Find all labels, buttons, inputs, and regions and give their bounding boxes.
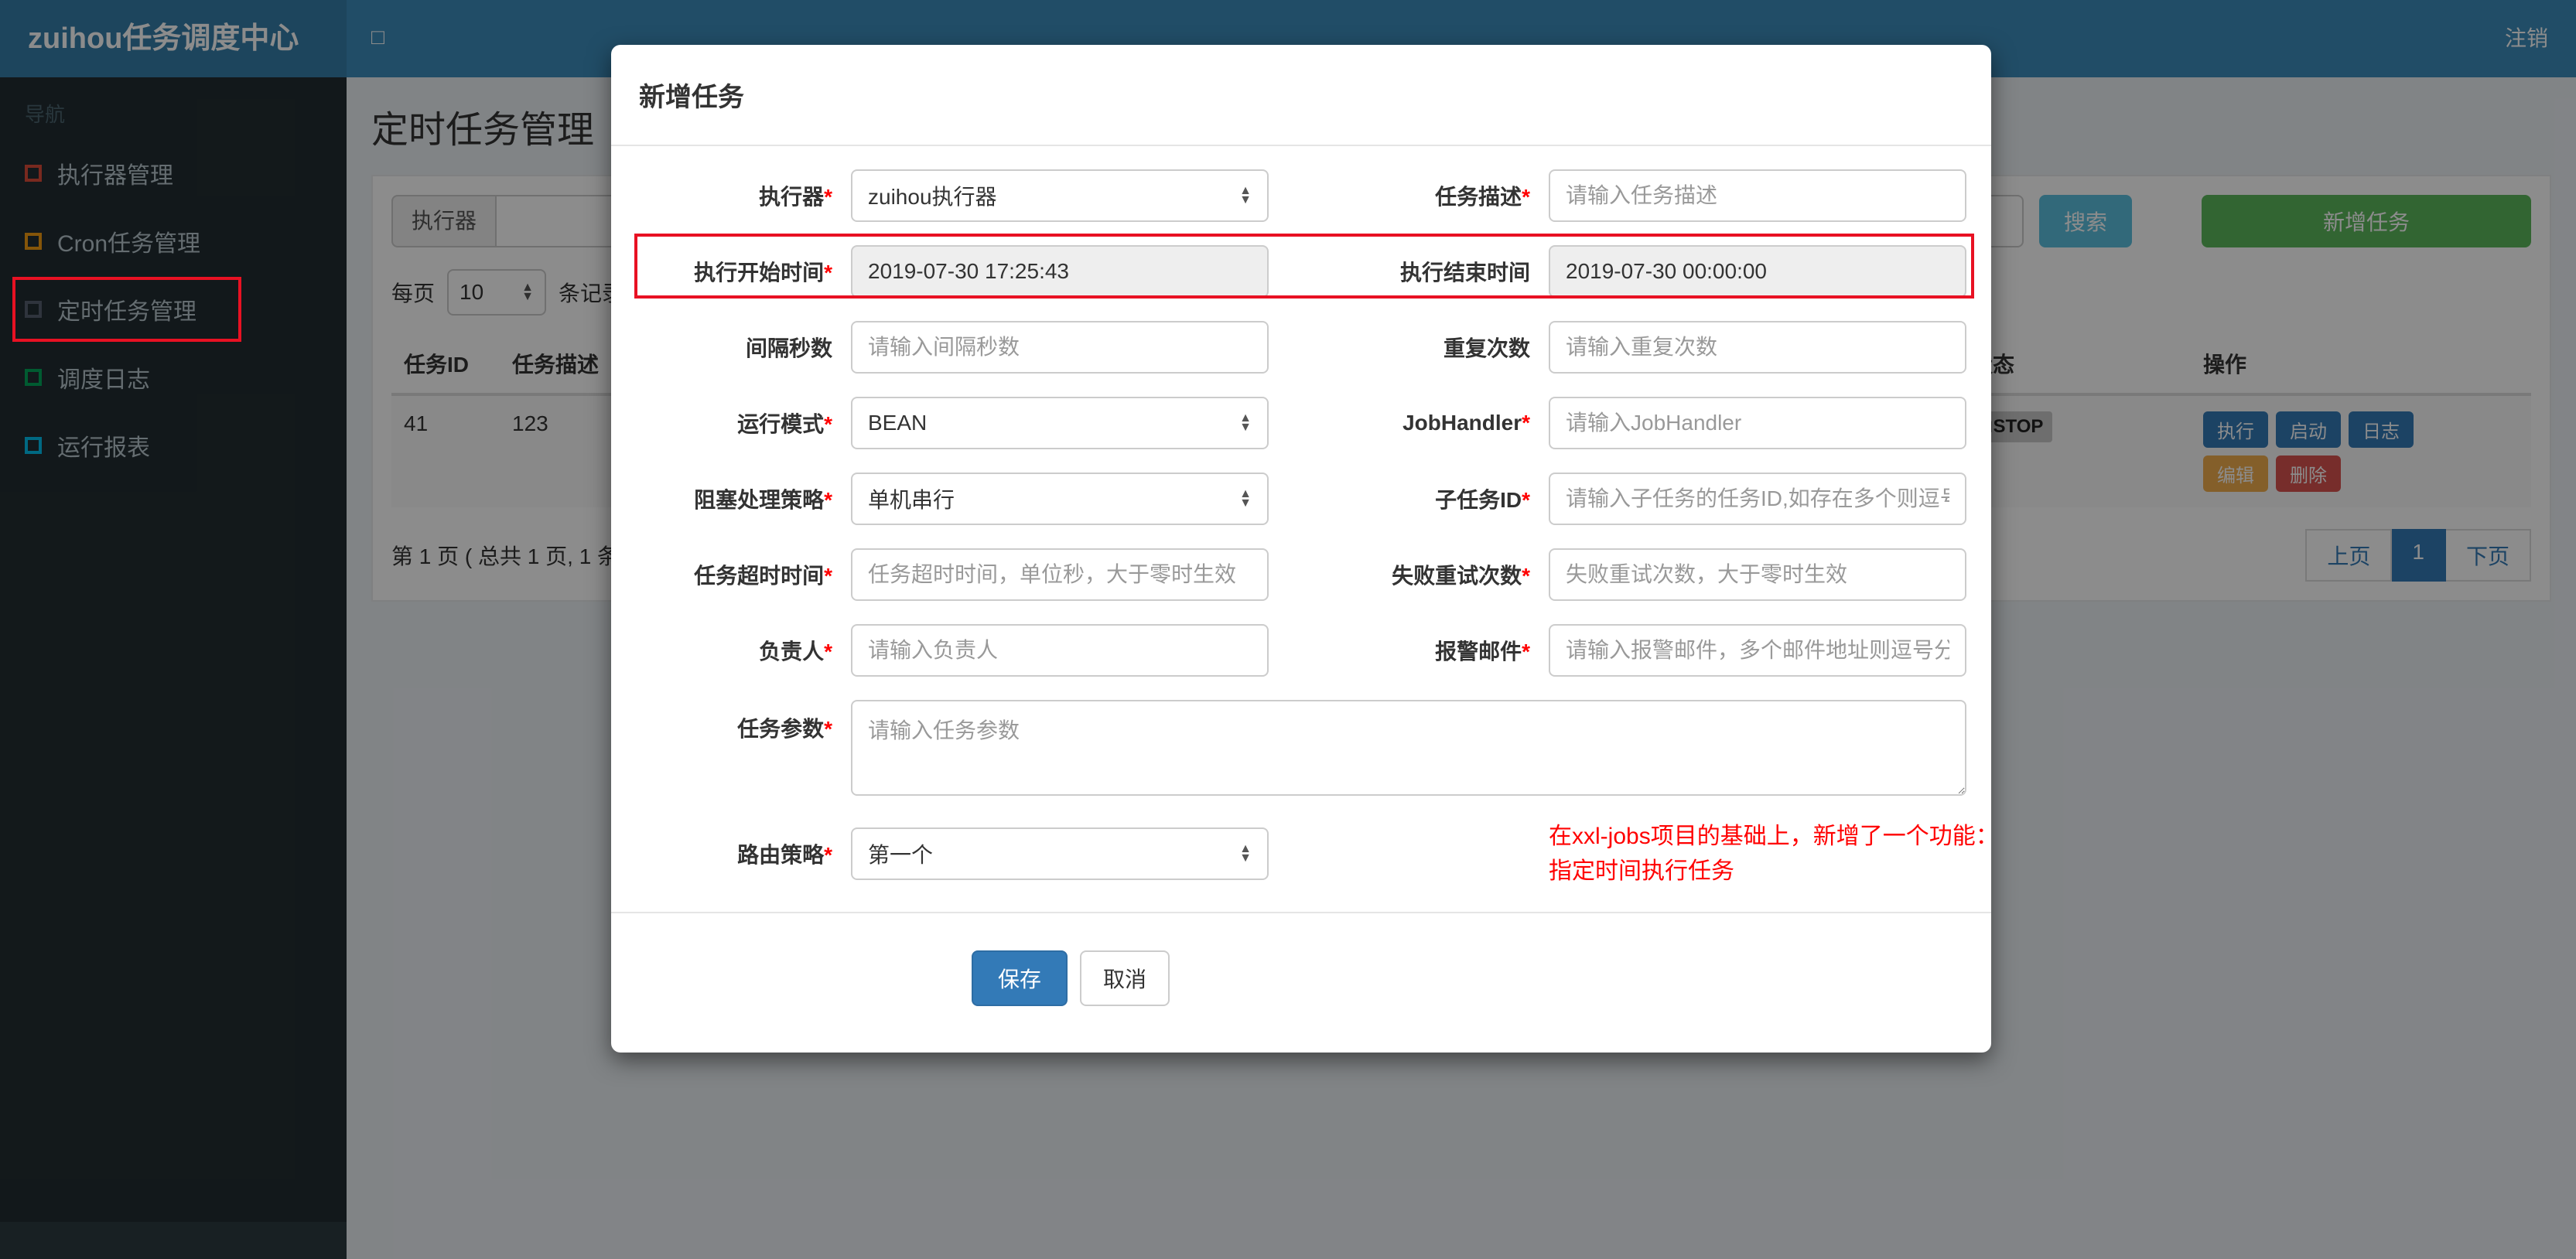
route-strategy-select[interactable]: 第一个 <box>851 827 1269 880</box>
add-task-modal: 新增任务 执行器* zuihou执行器 任务描述* 执行开始时间* 执行结束时间… <box>611 45 1999 1053</box>
form-row-6: 任务超时时间* 失败重试次数* <box>611 548 1991 601</box>
child-jobid-label: 子任务ID* <box>1435 488 1530 512</box>
glue-type-label: 运行模式* <box>737 412 832 436</box>
repeat-count-label: 重复次数 <box>1443 336 1530 360</box>
timeout-label: 任务超时时间* <box>694 564 832 588</box>
form-row-4: 运行模式* BEAN JobHandler* <box>611 397 1991 449</box>
job-desc-input[interactable] <box>1549 169 1966 222</box>
fail-retry-input[interactable] <box>1549 548 1966 601</box>
block-strategy-label: 阻塞处理策略* <box>694 488 832 512</box>
modal-title: 新增任务 <box>611 45 1991 146</box>
alarm-email-label: 报警邮件* <box>1435 640 1530 664</box>
interval-label: 间隔秒数 <box>745 336 832 360</box>
form-row-9: 路由策略* 第一个 在xxl-jobs项目的基础上，新增了一个功能： 指定时间执… <box>611 819 1999 889</box>
select-arrows-icon <box>1239 414 1252 432</box>
job-handler-label: JobHandler* <box>1402 411 1530 435</box>
form-row-3: 间隔秒数 重复次数 <box>611 321 1991 374</box>
fail-retry-label: 失败重试次数* <box>1392 564 1530 588</box>
child-jobid-input[interactable] <box>1549 473 1966 525</box>
select-arrows-icon <box>1239 186 1252 205</box>
job-param-label: 任务参数* <box>737 717 832 741</box>
block-strategy-select[interactable]: 单机串行 <box>851 473 1269 525</box>
app-root: zuihou任务调度中心 □ 注销 导航 执行器管理 Cron任务管理 定时任务… <box>0 0 2576 1259</box>
form-row-1: 执行器* zuihou执行器 任务描述* <box>611 169 1991 222</box>
modal-footer: 保存 取消 <box>611 913 1991 1053</box>
job-handler-input[interactable] <box>1549 397 1966 449</box>
interval-input[interactable] <box>851 321 1269 374</box>
form-row-2: 执行开始时间* 执行结束时间 <box>611 245 1991 298</box>
cancel-button[interactable]: 取消 <box>1080 950 1170 1006</box>
start-time-input[interactable] <box>851 245 1269 298</box>
job-param-textarea[interactable] <box>851 700 1966 796</box>
save-button[interactable]: 保存 <box>972 950 1068 1006</box>
form-row-7: 负责人* 报警邮件* <box>611 624 1991 677</box>
route-strategy-select-value: 第一个 <box>868 843 934 867</box>
route-strategy-label: 路由策略* <box>737 843 832 867</box>
block-strategy-select-value: 单机串行 <box>868 488 955 512</box>
feature-note: 在xxl-jobs项目的基础上，新增了一个功能： 指定时间执行任务 <box>1549 819 1999 889</box>
executor-select[interactable]: zuihou执行器 <box>851 169 1269 222</box>
author-input[interactable] <box>851 624 1269 677</box>
timeout-input[interactable] <box>851 548 1269 601</box>
feature-note-line1: 在xxl-jobs项目的基础上，新增了一个功能： <box>1549 824 1999 849</box>
form-row-5: 阻塞处理策略* 单机串行 子任务ID* <box>611 473 1991 525</box>
start-time-label: 执行开始时间* <box>694 261 832 285</box>
repeat-count-input[interactable] <box>1549 321 1966 374</box>
job-desc-label: 任务描述* <box>1435 185 1530 209</box>
glue-type-select-value: BEAN <box>868 411 928 435</box>
form-row-8: 任务参数* <box>611 700 1991 796</box>
feature-note-line2: 指定时间执行任务 <box>1549 858 1734 884</box>
alarm-email-input[interactable] <box>1549 624 1966 677</box>
select-arrows-icon <box>1239 490 1252 508</box>
executor-label: 执行器* <box>759 185 832 209</box>
glue-type-select[interactable]: BEAN <box>851 397 1269 449</box>
select-arrows-icon <box>1239 844 1252 863</box>
author-label: 负责人* <box>759 640 832 664</box>
end-time-label: 执行结束时间 <box>1399 261 1530 285</box>
end-time-input[interactable] <box>1549 245 1966 298</box>
executor-select-value: zuihou执行器 <box>868 185 997 209</box>
modal-body: 执行器* zuihou执行器 任务描述* 执行开始时间* 执行结束时间 间隔秒数… <box>611 146 1999 1053</box>
